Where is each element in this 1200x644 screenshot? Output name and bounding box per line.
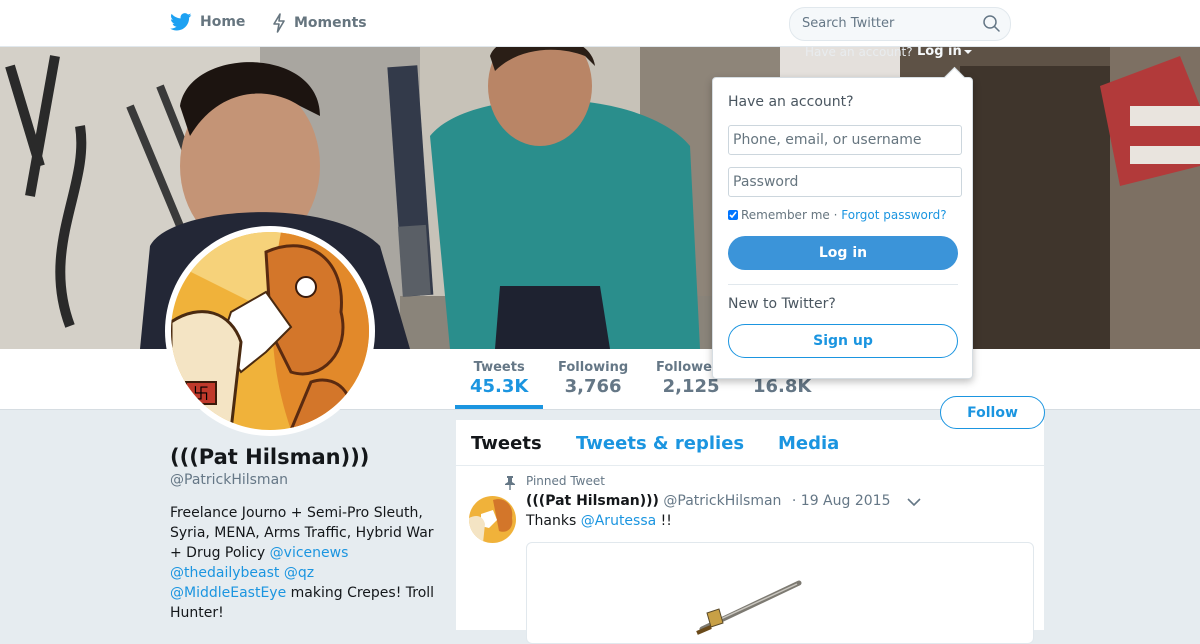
nav-home-label: Home bbox=[200, 14, 246, 30]
remember-me[interactable]: Remember me · Forgot password? bbox=[728, 208, 947, 222]
bio-link-thedailybeast[interactable]: @thedailybeast bbox=[170, 565, 279, 581]
search-input[interactable] bbox=[790, 8, 982, 38]
login-title: Have an account? bbox=[728, 94, 854, 110]
stat-followers-value: 2,125 bbox=[662, 376, 720, 397]
chevron-down-icon[interactable] bbox=[907, 498, 921, 507]
nav-moments-label: Moments bbox=[294, 15, 367, 31]
tab-media[interactable]: Media bbox=[778, 433, 839, 454]
stat-tweets-value: 45.3K bbox=[470, 376, 529, 397]
tweet-media-card[interactable] bbox=[526, 542, 1034, 644]
nav-moments[interactable]: Moments bbox=[272, 13, 367, 33]
stat-following[interactable]: Following 3,766 bbox=[558, 360, 628, 397]
avatar[interactable]: 卐 bbox=[165, 226, 375, 436]
twitter-bird-icon bbox=[170, 13, 192, 31]
timeline: Tweets Tweets & replies Media Pinned Twe… bbox=[456, 420, 1044, 644]
tweet-avatar[interactable] bbox=[469, 496, 516, 543]
username-field[interactable] bbox=[728, 125, 962, 155]
dropdown-divider bbox=[728, 284, 958, 285]
tweet-author-handle[interactable]: @PatrickHilsman bbox=[663, 493, 781, 509]
remember-separator: · bbox=[833, 208, 838, 222]
login-dropdown-trigger[interactable]: Log in bbox=[917, 44, 962, 59]
remember-me-checkbox[interactable] bbox=[728, 210, 738, 220]
bio-link-vicenews[interactable]: @vicenews bbox=[270, 545, 349, 561]
stat-tweets[interactable]: Tweets 45.3K bbox=[470, 360, 528, 397]
profile-bio: Freelance Journo + Semi-Pro Sleuth, Syri… bbox=[170, 503, 440, 623]
search-box bbox=[789, 7, 1011, 41]
active-stat-underline bbox=[455, 405, 543, 409]
tweet-text: Thanks @Arutessa !! bbox=[526, 513, 672, 529]
password-field[interactable] bbox=[728, 167, 962, 197]
lightning-icon bbox=[273, 13, 285, 33]
profile-name: (((Pat Hilsman))) bbox=[170, 445, 370, 469]
media-image bbox=[696, 580, 802, 635]
stat-likes-value: 16.8K bbox=[753, 376, 812, 397]
bio-link-qz[interactable]: @qz bbox=[284, 565, 314, 581]
avatar-image: 卐 bbox=[171, 232, 369, 430]
login-button[interactable]: Log in bbox=[728, 236, 958, 270]
caret-down-icon[interactable] bbox=[964, 50, 972, 54]
pin-icon bbox=[505, 476, 515, 490]
search-icon[interactable] bbox=[983, 15, 1000, 32]
stat-following-value: 3,766 bbox=[564, 376, 622, 397]
bio-link-middleeasteye[interactable]: @MiddleEastEye bbox=[170, 585, 286, 601]
signup-button[interactable]: Sign up bbox=[728, 324, 958, 358]
tweet-mention[interactable]: @Arutessa bbox=[581, 513, 656, 529]
tab-tweets[interactable]: Tweets bbox=[471, 433, 542, 454]
pinned-tweet-label: Pinned Tweet bbox=[526, 474, 605, 488]
svg-text:卐: 卐 bbox=[193, 384, 209, 403]
remember-me-label: Remember me bbox=[741, 208, 830, 222]
tweet-date[interactable]: 19 Aug 2015 bbox=[801, 493, 891, 509]
tweet-header: (((Pat Hilsman))) @PatrickHilsman · 19 A… bbox=[526, 493, 890, 509]
new-to-twitter-label: New to Twitter? bbox=[728, 296, 836, 312]
login-dropdown: Have an account? Remember me · Forgot pa… bbox=[712, 66, 973, 379]
tweet-author-name[interactable]: (((Pat Hilsman))) bbox=[526, 493, 659, 509]
stat-tweets-label: Tweets bbox=[473, 360, 525, 375]
nav-home[interactable]: Home bbox=[170, 13, 245, 31]
follow-button[interactable]: Follow bbox=[940, 396, 1045, 429]
have-account-text: Have an account? bbox=[805, 45, 913, 59]
profile-handle[interactable]: @PatrickHilsman bbox=[170, 472, 288, 488]
tab-tweets-replies[interactable]: Tweets & replies bbox=[576, 433, 744, 454]
tweet-text-suffix: !! bbox=[656, 513, 672, 529]
stat-following-label: Following bbox=[558, 360, 629, 375]
tweet-dot: · bbox=[791, 493, 797, 509]
top-nav: Home Moments bbox=[0, 0, 1200, 47]
forgot-password-link[interactable]: Forgot password? bbox=[841, 208, 946, 222]
tweet-text-prefix: Thanks bbox=[526, 513, 581, 529]
